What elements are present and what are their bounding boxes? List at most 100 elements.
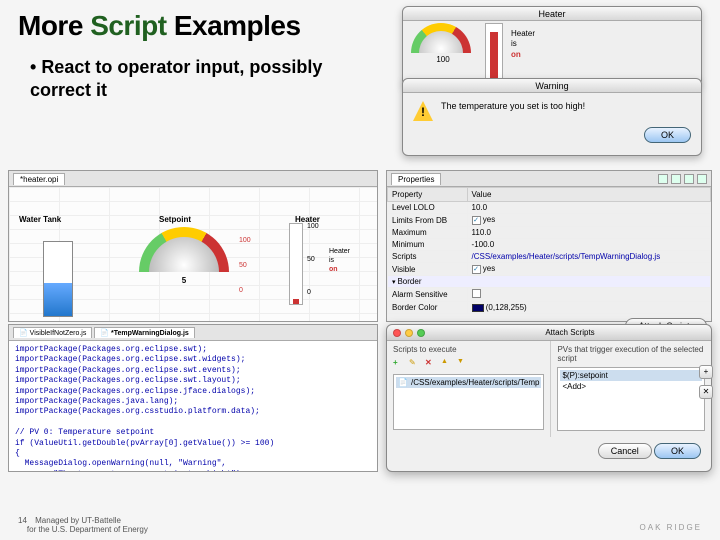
tick: 100 [307, 223, 319, 230]
script-editor-pane: 📄 VisibleIfNotZero.js 📄 *TempWarningDial… [8, 324, 378, 472]
heater-state: on [511, 50, 521, 59]
prop-val[interactable]: ✓ yes [467, 214, 710, 227]
prop-val[interactable]: 110.0 [467, 227, 710, 239]
pvs-column: PVs that trigger execution of the select… [551, 341, 711, 437]
warning-message: The temperature you set is too high! [441, 101, 585, 111]
tab-heater-opi[interactable]: *heater.opi [13, 173, 65, 185]
setpoint-ticks: 100 50 0 [239, 237, 251, 312]
prop-tool-icon[interactable] [684, 174, 694, 184]
move-down-icon[interactable]: ▼ [457, 358, 469, 370]
heater-status-state: on [329, 266, 338, 273]
prop-key: Scripts [388, 251, 468, 263]
pv-remove-icon[interactable]: ✕ [699, 385, 713, 399]
prop-val[interactable] [467, 288, 710, 302]
table-row[interactable]: Visible✓ yes [388, 263, 711, 276]
color-chip-icon [472, 304, 484, 312]
attach-titlebar: Attach Scripts [387, 325, 711, 341]
table-row[interactable]: Minimum-100.0 [388, 239, 711, 251]
tick: 0 [239, 287, 251, 294]
gauge-mini-value: 100 [411, 55, 475, 64]
heater-status-editor: Heater is on [329, 247, 350, 274]
attach-title: Attach Scripts [429, 328, 711, 337]
checkbox-icon[interactable]: ✓ [472, 265, 481, 274]
list-item[interactable]: 📄 /CSS/examples/Heater/scripts/Temp [396, 377, 541, 388]
zoom-icon[interactable] [417, 329, 425, 337]
table-row[interactable]: Scripts/CSS/examples/Heater/scripts/Temp… [388, 251, 711, 263]
move-up-icon[interactable]: ▲ [441, 358, 453, 370]
group-label: Border [388, 276, 711, 288]
pv-add-icon[interactable]: + [699, 365, 713, 379]
list-item-add[interactable]: <Add> [560, 381, 702, 392]
prop-tool-icon[interactable] [671, 174, 681, 184]
editor-tabbar: *heater.opi [9, 171, 377, 187]
tab-label: *TempWarningDialog.js [111, 330, 189, 337]
gauge-value: 5 [139, 276, 229, 285]
setpoint-gauge[interactable]: 5 [139, 227, 229, 317]
scripts-list[interactable]: 📄 /CSS/examples/Heater/scripts/Temp [393, 374, 544, 430]
table-row[interactable]: Alarm Sensitive [388, 288, 711, 302]
heater-state-block: Heater is on [511, 29, 535, 85]
title-post: Examples [167, 10, 301, 41]
title-keyword: Script [90, 10, 166, 41]
gauge-arc-icon [139, 227, 229, 272]
water-tank-widget[interactable] [43, 241, 73, 317]
scripts-header: Scripts to execute [393, 345, 544, 354]
pvs-list[interactable]: $(P):setpoint <Add> [557, 367, 705, 431]
thermometer-fill [293, 299, 299, 304]
prop-tool-icon[interactable] [697, 174, 707, 184]
opi-editor-pane: *heater.opi Water Tank Setpoint Heater 5… [8, 170, 378, 322]
prop-val[interactable]: (0,128,255) [467, 302, 710, 314]
table-row[interactable]: Maximum110.0 [388, 227, 711, 239]
tick: 100 [239, 237, 251, 244]
table-row[interactable]: Border Color (0,128,255) [388, 302, 711, 314]
prop-val[interactable]: /CSS/examples/Heater/scripts/TempWarning… [467, 251, 710, 263]
warning-icon: ! [413, 101, 433, 121]
heater-window-title: Heater [403, 7, 701, 21]
warning-ok-button[interactable]: OK [644, 127, 691, 143]
close-icon[interactable] [393, 329, 401, 337]
tick: 50 [307, 256, 319, 263]
tick: 50 [239, 262, 251, 269]
list-item[interactable]: $(P):setpoint [560, 370, 702, 381]
prop-val[interactable]: 10.0 [467, 202, 710, 214]
checkbox-icon[interactable]: ✓ [472, 216, 481, 225]
gauge-arc-icon [411, 23, 471, 53]
cancel-button[interactable]: Cancel [598, 443, 652, 459]
scripts-column: Scripts to execute + ✎ ✕ ▲ ▼ 📄 /CSS/exam… [387, 341, 551, 437]
footer-line2: for the U.S. Department of Energy [27, 525, 148, 534]
col-property: Property [388, 188, 468, 202]
heater-is-label: is [511, 39, 535, 49]
tick: 0 [307, 289, 319, 296]
prop-tool-icon[interactable] [658, 174, 668, 184]
label-setpoint: Setpoint [159, 215, 191, 224]
warning-dialog: Warning ! The temperature you set is too… [402, 78, 702, 156]
table-row[interactable]: Level LOLO10.0 [388, 202, 711, 214]
minimize-icon[interactable] [405, 329, 413, 337]
bullet-text: React to operator input, possibly correc… [0, 44, 360, 101]
group-border[interactable]: Border [388, 276, 711, 288]
prop-key: Limits From DB [388, 214, 468, 227]
prop-key: Level LOLO [388, 202, 468, 214]
col-value: Value [467, 188, 710, 202]
warning-title: Warning [403, 79, 701, 93]
prop-val[interactable]: ✓ yes [467, 263, 710, 276]
tab-tempwarning-script[interactable]: 📄 *TempWarningDialog.js [94, 327, 194, 338]
ok-button[interactable]: OK [654, 443, 701, 459]
add-script-icon[interactable]: + [393, 358, 405, 370]
prop-val[interactable]: -100.0 [467, 239, 710, 251]
table-row[interactable]: Limits From DB✓ yes [388, 214, 711, 227]
script-text[interactable]: importPackage(Packages.org.eclipse.swt);… [9, 341, 377, 472]
thermometer-widget[interactable] [289, 223, 303, 305]
prop-key: Minimum [388, 239, 468, 251]
checkbox-icon[interactable] [472, 289, 481, 298]
attach-scripts-dialog: Attach Scripts Scripts to execute + ✎ ✕ … [386, 324, 712, 472]
scripts-toolbar: + ✎ ✕ ▲ ▼ [393, 358, 544, 370]
edit-script-icon[interactable]: ✎ [409, 358, 421, 370]
thermometer-mini-fill [490, 32, 498, 78]
title-pre: More [18, 10, 90, 41]
tab-properties[interactable]: Properties [391, 173, 441, 185]
thermometer-ticks: 100 50 0 [307, 223, 319, 322]
remove-script-icon[interactable]: ✕ [425, 358, 437, 370]
tab-visible-script[interactable]: 📄 VisibleIfNotZero.js [13, 327, 92, 338]
properties-table: PropertyValue Level LOLO10.0 Limits From… [387, 187, 711, 314]
